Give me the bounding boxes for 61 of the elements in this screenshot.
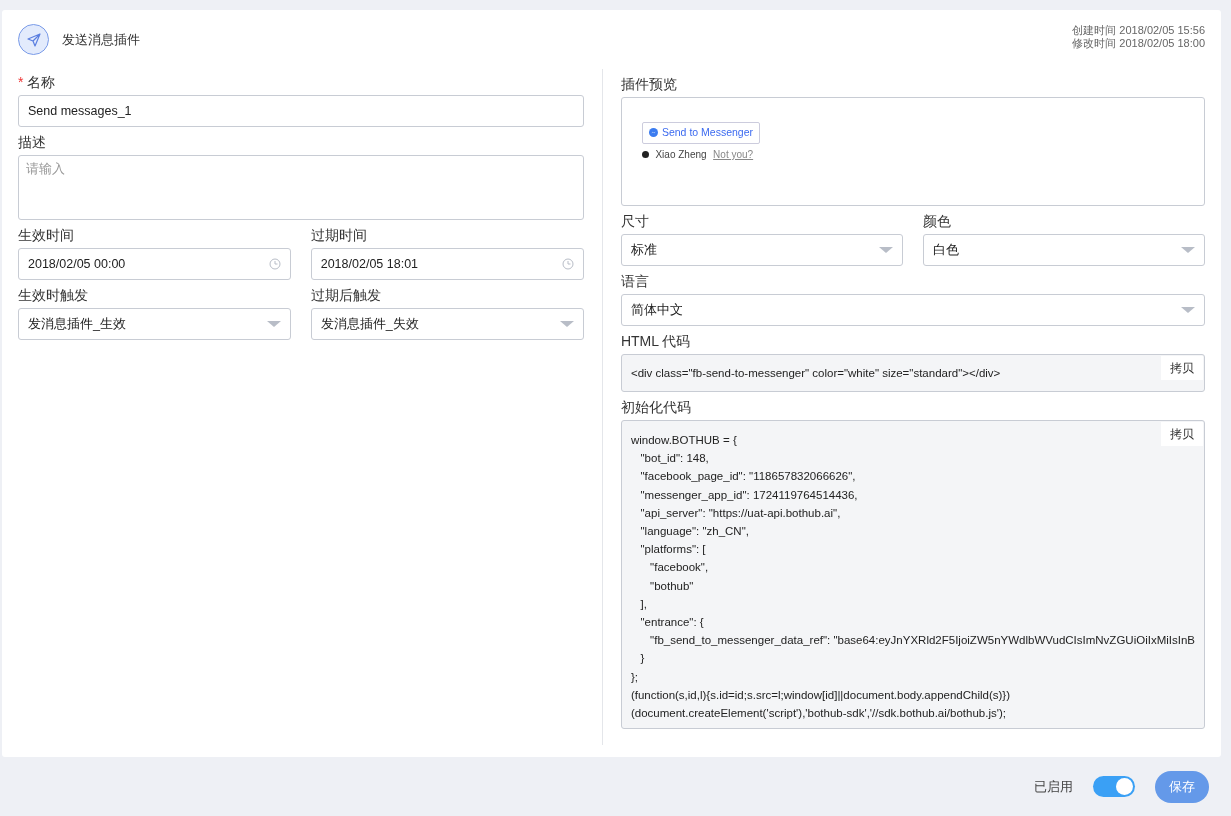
- field-label: 过期时间: [310, 227, 367, 243]
- field-label: 描述: [18, 134, 46, 150]
- code-line: "entrance": {: [639, 615, 704, 631]
- messenger-button[interactable]: Send to Messenger: [641, 122, 760, 144]
- caret-icon: [1181, 247, 1195, 253]
- copy-button[interactable]: 拷贝: [1161, 356, 1203, 380]
- caret-icon: [1181, 307, 1195, 313]
- required-asterisk: *: [18, 74, 24, 90]
- field-label: 插件预览: [620, 76, 677, 92]
- messenger-icon: [648, 128, 658, 138]
- caret-icon: [267, 321, 282, 327]
- code-line: "bothub": [649, 578, 694, 594]
- field-label: 尺寸: [620, 213, 649, 229]
- code-line: <div class="fb-send-to-messenger" color="white" size="standard"></div>: [630, 366, 1001, 381]
- code-line: "platforms": [: [639, 542, 706, 558]
- modified-time: 2018/02/05 18:00: [1119, 37, 1205, 49]
- copy-button[interactable]: 拷贝: [1161, 422, 1203, 446]
- code-line: };: [630, 669, 638, 685]
- code-line: "fb_send_to_messenger_data_ref": "base64:eyJnYXRld2F5IjoiZW5nYWdlbWVudCIsImNvZGUiOiIxMiIsInB: [649, 633, 1195, 649]
- field-label: 过期后触发: [310, 287, 381, 303]
- date-field[interactable]: 2018/02/05 00:00: [18, 248, 292, 280]
- code-line: "language": "zh_CN",: [639, 524, 749, 539]
- send-icon: [18, 24, 49, 55]
- date-field[interactable]: 2018/02/05 18:01: [310, 248, 584, 280]
- modified-label: 修改时间: [1072, 37, 1117, 49]
- field-label: HTML 代码: [620, 333, 691, 349]
- code-line: (document.createElement('script'),'bothub-sdk','//sdk.bothub.ai/bothub.js');: [630, 706, 1006, 722]
- created-time: 2018/02/05 15:56: [1119, 24, 1205, 36]
- enabled-toggle[interactable]: [1093, 776, 1135, 797]
- code-line: "messenger_app_id": 1724119764514436,: [639, 487, 858, 503]
- code-line: "bot_id": 148,: [639, 451, 709, 467]
- user-name: Xiao Zheng: [655, 148, 707, 162]
- select-field[interactable]: 发消息插件_失效: [310, 308, 584, 340]
- clock-icon: [269, 258, 282, 270]
- field-label: 初始化代码: [620, 399, 691, 415]
- field-label: 生效时触发: [18, 287, 88, 303]
- created-label: 创建时间: [1072, 24, 1117, 36]
- not-you-link[interactable]: Not you?: [713, 147, 754, 162]
- description-field[interactable]: 请输入: [18, 155, 584, 220]
- avatar-icon: [641, 151, 649, 158]
- select-field[interactable]: 标准: [620, 234, 904, 266]
- text-field[interactable]: Send messages_1: [18, 95, 584, 127]
- field-label: 颜色: [922, 213, 951, 229]
- code-line: "facebook",: [649, 560, 709, 576]
- caret-icon: [559, 321, 574, 327]
- page-title: 发送消息插件: [62, 30, 140, 49]
- caret-icon: [879, 247, 894, 253]
- code-line: ],: [639, 596, 647, 612]
- clock-icon: [561, 258, 574, 270]
- code-line: (function(s,id,l){s.id=id;s.src=l;window[id]||document.body.appendChild(s)}): [630, 687, 1010, 703]
- code-line: }: [639, 651, 645, 667]
- select-field[interactable]: 发消息插件_生效: [18, 308, 292, 340]
- field-label: 生效时间: [18, 227, 74, 243]
- field-label: 名称: [27, 74, 56, 90]
- code-line: "api_server": "https://uat-api.bothub.ai",: [639, 505, 841, 521]
- code-line: "facebook_page_id": "118657832066626",: [639, 469, 856, 485]
- select-field[interactable]: 简体中文: [620, 294, 1205, 326]
- field-label: 语言: [620, 273, 649, 289]
- enabled-label: 已启用: [1034, 777, 1073, 796]
- code-line: window.BOTHUB = {: [630, 433, 737, 448]
- select-field[interactable]: 白色: [922, 234, 1205, 266]
